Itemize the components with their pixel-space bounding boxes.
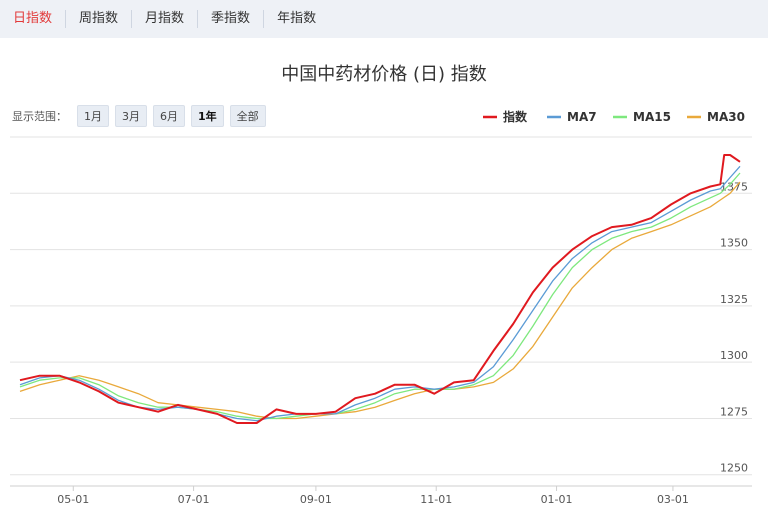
y-tick-label: 1275 [720, 405, 748, 418]
series-line-MA7 [19, 165, 741, 422]
legend-label: MA15 [633, 110, 671, 124]
y-tick-label: 1325 [720, 293, 748, 306]
y-tick-label: 1375 [720, 180, 748, 193]
x-tick-label: 09-01 [300, 493, 332, 506]
legend-label: MA30 [707, 110, 745, 124]
x-tick-label: 11-01 [420, 493, 452, 506]
legend-label: MA7 [567, 110, 597, 124]
series-line-MA15 [19, 172, 741, 420]
price-index-chart: 1250 1275 1300 1325 1350 1375 05-01 07-01 09-01 1… [10, 109, 752, 506]
y-tick-label: 1300 [720, 349, 748, 362]
y-tick-label: 1250 [720, 462, 748, 475]
x-tick-label: 01-01 [541, 493, 573, 506]
series-line-指数 [19, 154, 741, 424]
x-tick-label: 03-01 [657, 493, 689, 506]
legend-label: 指数 [503, 109, 528, 124]
y-tick-label: 1350 [720, 237, 748, 250]
series-line-MA30 [19, 181, 741, 420]
x-tick-label: 07-01 [178, 493, 210, 506]
x-tick-label: 05-01 [57, 493, 89, 506]
